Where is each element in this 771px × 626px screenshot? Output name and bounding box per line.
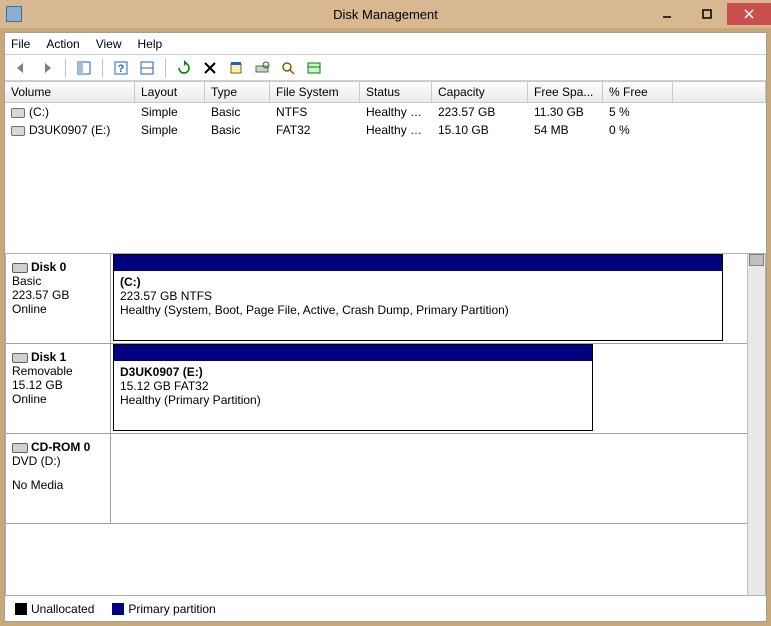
drive-icon	[11, 108, 25, 118]
scroll-thumb[interactable]	[749, 254, 764, 266]
col-filesystem[interactable]: File System	[270, 82, 360, 102]
rescan-disks-icon[interactable]	[252, 58, 272, 78]
col-status[interactable]: Status	[360, 82, 432, 102]
toolbar-separator	[165, 59, 166, 77]
titlebar[interactable]: Disk Management	[0, 0, 771, 28]
search-icon[interactable]	[278, 58, 298, 78]
help-icon[interactable]: ?	[111, 58, 131, 78]
close-button[interactable]	[727, 3, 771, 25]
disk-icon	[12, 263, 28, 273]
maximize-button[interactable]	[687, 3, 727, 25]
col-percentfree[interactable]: % Free	[603, 82, 673, 102]
toolbar-separator	[102, 59, 103, 77]
disk-row[interactable]: Disk 1Removable15.12 GBOnlineD3UK0907 (E…	[6, 344, 747, 434]
partition-stripe	[114, 255, 722, 271]
forward-icon[interactable]	[37, 58, 57, 78]
disk-info-panel[interactable]: CD-ROM 0DVD (D:)No Media	[6, 434, 111, 523]
col-freespace[interactable]: Free Spa...	[528, 82, 603, 102]
partition-block[interactable]: D3UK0907 (E:)15.12 GB FAT32Healthy (Prim…	[113, 344, 593, 431]
col-layout[interactable]: Layout	[135, 82, 205, 102]
window-buttons	[647, 3, 771, 25]
disk-row[interactable]: CD-ROM 0DVD (D:)No Media	[6, 434, 747, 524]
legend-unallocated: Unallocated	[15, 602, 94, 616]
toolbar-separator	[65, 59, 66, 77]
disk-icon	[12, 353, 28, 363]
partition-area: D3UK0907 (E:)15.12 GB FAT32Healthy (Prim…	[111, 344, 747, 433]
refresh-icon[interactable]	[174, 58, 194, 78]
disk-info-panel[interactable]: Disk 1Removable15.12 GBOnline	[6, 344, 111, 433]
menu-help[interactable]: Help	[138, 37, 163, 51]
partition-block[interactable]: (C:)223.57 GB NTFSHealthy (System, Boot,…	[113, 254, 723, 341]
menu-file[interactable]: File	[11, 37, 30, 51]
menu-view[interactable]: View	[96, 37, 122, 51]
svg-text:?: ?	[118, 63, 125, 75]
back-icon[interactable]	[11, 58, 31, 78]
col-volume[interactable]: Volume	[5, 82, 135, 102]
partition-stripe	[114, 345, 592, 361]
partition-area: (C:)223.57 GB NTFSHealthy (System, Boot,…	[111, 254, 747, 343]
disk-row[interactable]: Disk 0Basic223.57 GBOnline(C:)223.57 GB …	[6, 254, 747, 344]
toolbar: ?	[5, 55, 766, 81]
col-type[interactable]: Type	[205, 82, 270, 102]
legend-primary: Primary partition	[112, 602, 215, 616]
col-capacity[interactable]: Capacity	[432, 82, 528, 102]
disk-list[interactable]: Disk 0Basic223.57 GBOnline(C:)223.57 GB …	[6, 254, 747, 595]
volume-list[interactable]: (C:)SimpleBasicNTFSHealthy (S...223.57 G…	[5, 103, 766, 253]
window-title: Disk Management	[333, 7, 438, 22]
minimize-button[interactable]	[647, 3, 687, 25]
volume-row[interactable]: D3UK0907 (E:)SimpleBasicFAT32Healthy (P.…	[5, 121, 766, 139]
menu-action[interactable]: Action	[46, 37, 79, 51]
detail-layout-icon[interactable]	[137, 58, 157, 78]
disk-icon	[12, 443, 28, 453]
settings-icon[interactable]	[304, 58, 324, 78]
graphical-view: Disk 0Basic223.57 GBOnline(C:)223.57 GB …	[5, 253, 766, 595]
delete-icon[interactable]	[200, 58, 220, 78]
disk-management-window: Disk Management File Action View Help	[0, 0, 771, 626]
properties-icon[interactable]	[226, 58, 246, 78]
disk-info-panel[interactable]: Disk 0Basic223.57 GBOnline	[6, 254, 111, 343]
scrollbar-vertical[interactable]	[747, 254, 765, 595]
volume-row[interactable]: (C:)SimpleBasicNTFSHealthy (S...223.57 G…	[5, 103, 766, 121]
partition-area	[111, 434, 747, 523]
show-hide-tree-icon[interactable]	[74, 58, 94, 78]
legend: Unallocated Primary partition	[5, 595, 766, 621]
volume-columns-header: Volume Layout Type File System Status Ca…	[5, 81, 766, 103]
menubar: File Action View Help	[5, 33, 766, 55]
app-icon	[6, 6, 22, 22]
client-area: File Action View Help ? Volume Layout Ty…	[4, 32, 767, 622]
col-spacer	[673, 82, 766, 102]
drive-icon	[11, 126, 25, 136]
